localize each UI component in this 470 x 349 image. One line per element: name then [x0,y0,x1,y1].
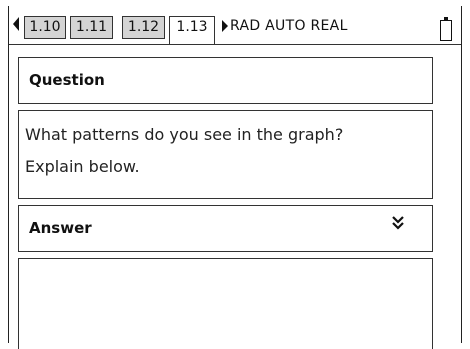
answer-input-area[interactable] [18,258,433,349]
answer-heading: Answer [29,219,92,237]
tab-label: 1.12 [127,19,160,35]
question-text-line-1: What patterns do you see in the graph? [25,125,344,144]
question-header: Question [18,57,433,104]
tab-label: 1.10 [29,19,61,35]
battery-icon [440,17,452,41]
mode-status: RAD AUTO REAL [230,18,348,34]
question-text-line-2: Explain below. [25,157,140,176]
tab-1-13[interactable]: 1.13 [169,16,215,45]
page-toolbar: 1.10 1.11 1.12 1.13 RAD AUTO REAL [9,6,461,45]
double-chevron-down-icon[interactable] [391,214,405,232]
tab-1-12[interactable]: 1.12 [122,16,165,39]
left-arrow-icon[interactable] [13,17,19,31]
document-frame: 1.10 1.11 1.12 1.13 RAD AUTO REAL Questi… [8,6,462,349]
mode-arrow-icon [222,20,228,32]
tab-label: 1.11 [75,19,108,35]
tab-1-10[interactable]: 1.10 [24,16,66,39]
toolbar-divider [9,44,461,45]
question-heading: Question [29,71,105,89]
question-body: What patterns do you see in the graph? E… [18,110,433,199]
tab-label: 1.13 [176,19,208,35]
answer-header: Answer [18,205,433,252]
tab-1-11[interactable]: 1.11 [70,16,113,39]
